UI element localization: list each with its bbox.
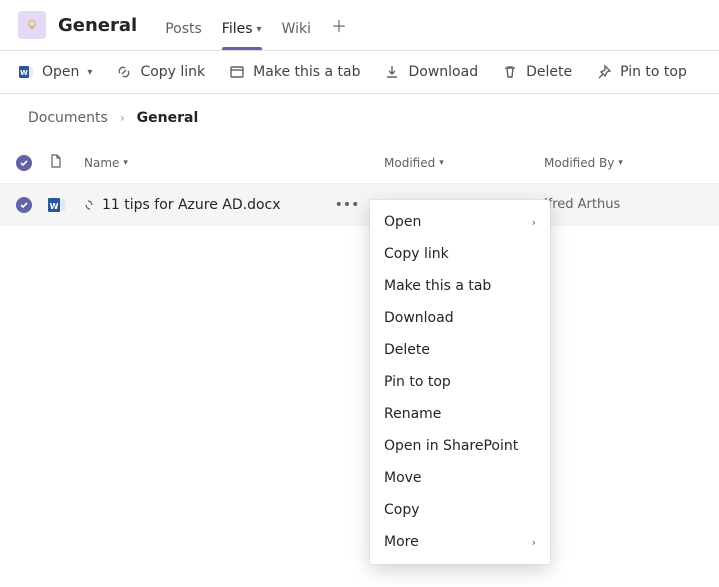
row-select[interactable] bbox=[0, 197, 48, 213]
menu-label: Pin to top bbox=[384, 374, 451, 390]
chevron-right-icon: › bbox=[120, 111, 125, 125]
cmd-label: Pin to top bbox=[620, 64, 687, 80]
menu-move[interactable]: Move bbox=[370, 462, 550, 494]
breadcrumb: Documents › General bbox=[0, 94, 719, 142]
download-icon bbox=[384, 64, 400, 80]
cmd-download[interactable]: Download bbox=[384, 51, 478, 93]
col-label: Modified bbox=[384, 156, 435, 170]
menu-label: Copy link bbox=[384, 246, 449, 262]
menu-label: Move bbox=[384, 470, 422, 486]
tab-files[interactable]: Files ▾ bbox=[212, 0, 272, 50]
tab-label: Files bbox=[222, 21, 253, 37]
svg-text:W: W bbox=[50, 202, 59, 211]
menu-label: Rename bbox=[384, 406, 441, 422]
cmd-label: Make this a tab bbox=[253, 64, 360, 80]
menu-download[interactable]: Download bbox=[370, 302, 550, 334]
menu-label: Delete bbox=[384, 342, 430, 358]
lightbulb-icon bbox=[24, 17, 40, 33]
file-name[interactable]: 11 tips for Azure AD.docx bbox=[102, 197, 281, 213]
cmd-delete[interactable]: Delete bbox=[502, 51, 572, 93]
chevron-down-icon: ▾ bbox=[618, 158, 623, 168]
row-more-button[interactable]: ••• bbox=[335, 184, 359, 225]
context-menu: Open › Copy link Make this a tab Downloa… bbox=[370, 200, 550, 564]
file-icon-cell: W bbox=[48, 196, 84, 214]
trash-icon bbox=[502, 64, 518, 80]
menu-label: Open in SharePoint bbox=[384, 438, 518, 454]
ellipsis-icon: ••• bbox=[335, 197, 360, 213]
link-icon bbox=[116, 64, 132, 80]
chevron-down-icon: ▾ bbox=[87, 67, 92, 78]
cmd-label: Open bbox=[42, 64, 79, 80]
plus-icon: ＋ bbox=[331, 13, 347, 37]
menu-make-tab[interactable]: Make this a tab bbox=[370, 270, 550, 302]
table-row[interactable]: W 11 tips for Azure AD.docx lfred Arthus… bbox=[0, 184, 719, 226]
modified-by-cell: lfred Arthus bbox=[544, 197, 704, 212]
chevron-down-icon: ▾ bbox=[123, 158, 128, 168]
tab-posts[interactable]: Posts bbox=[155, 0, 212, 50]
menu-delete[interactable]: Delete bbox=[370, 334, 550, 366]
menu-label: Copy bbox=[384, 502, 420, 518]
command-bar: W Open ▾ Copy link Make this a tab Downl… bbox=[0, 50, 719, 94]
cmd-make-tab[interactable]: Make this a tab bbox=[229, 51, 360, 93]
sync-icon bbox=[84, 200, 94, 210]
col-name[interactable]: Name ▾ bbox=[84, 156, 384, 170]
tab-wiki[interactable]: Wiki bbox=[272, 0, 321, 50]
col-label: Modified By bbox=[544, 156, 614, 170]
menu-label: Open bbox=[384, 214, 421, 230]
channel-name: General bbox=[58, 15, 137, 36]
word-icon: W bbox=[18, 64, 34, 80]
chevron-right-icon: › bbox=[532, 536, 536, 549]
team-avatar bbox=[18, 11, 46, 39]
chevron-right-icon: › bbox=[532, 216, 536, 229]
menu-label: Download bbox=[384, 310, 454, 326]
col-modified-by[interactable]: Modified By ▾ bbox=[544, 156, 704, 170]
tabs-row: Posts Files ▾ Wiki ＋ bbox=[155, 0, 353, 50]
cmd-copy-link[interactable]: Copy link bbox=[116, 51, 205, 93]
tab-icon bbox=[229, 64, 245, 80]
menu-open-sharepoint[interactable]: Open in SharePoint bbox=[370, 430, 550, 462]
add-tab-button[interactable]: ＋ bbox=[325, 11, 353, 39]
channel-header: General Posts Files ▾ Wiki ＋ bbox=[0, 0, 719, 50]
tab-label: Wiki bbox=[282, 21, 311, 37]
breadcrumb-root[interactable]: Documents bbox=[28, 110, 108, 126]
cmd-open[interactable]: W Open ▾ bbox=[18, 51, 92, 93]
svg-text:W: W bbox=[20, 69, 28, 77]
tab-label: Posts bbox=[165, 21, 202, 37]
checkmark-icon bbox=[16, 155, 32, 171]
menu-label: More bbox=[384, 534, 419, 550]
table-header: Name ▾ Modified ▾ Modified By ▾ bbox=[0, 142, 719, 184]
chevron-down-icon: ▾ bbox=[257, 24, 262, 35]
cmd-label: Delete bbox=[526, 64, 572, 80]
breadcrumb-current: General bbox=[137, 110, 199, 126]
pin-icon bbox=[596, 64, 612, 80]
menu-copy[interactable]: Copy bbox=[370, 494, 550, 526]
chevron-down-icon: ▾ bbox=[439, 158, 444, 168]
col-modified[interactable]: Modified ▾ bbox=[384, 156, 544, 170]
cmd-label: Copy link bbox=[140, 64, 205, 80]
file-type-header[interactable] bbox=[48, 153, 84, 172]
checkmark-icon bbox=[16, 197, 32, 213]
cmd-label: Download bbox=[408, 64, 478, 80]
menu-rename[interactable]: Rename bbox=[370, 398, 550, 430]
menu-more[interactable]: More › bbox=[370, 526, 550, 558]
select-all-cell[interactable] bbox=[0, 155, 48, 171]
menu-label: Make this a tab bbox=[384, 278, 491, 294]
menu-copy-link[interactable]: Copy link bbox=[370, 238, 550, 270]
word-doc-icon: W bbox=[48, 196, 66, 214]
files-table: Name ▾ Modified ▾ Modified By ▾ W 11 tip… bbox=[0, 142, 719, 226]
menu-open[interactable]: Open › bbox=[370, 206, 550, 238]
cmd-pin[interactable]: Pin to top bbox=[596, 51, 687, 93]
col-label: Name bbox=[84, 156, 119, 170]
menu-pin[interactable]: Pin to top bbox=[370, 366, 550, 398]
